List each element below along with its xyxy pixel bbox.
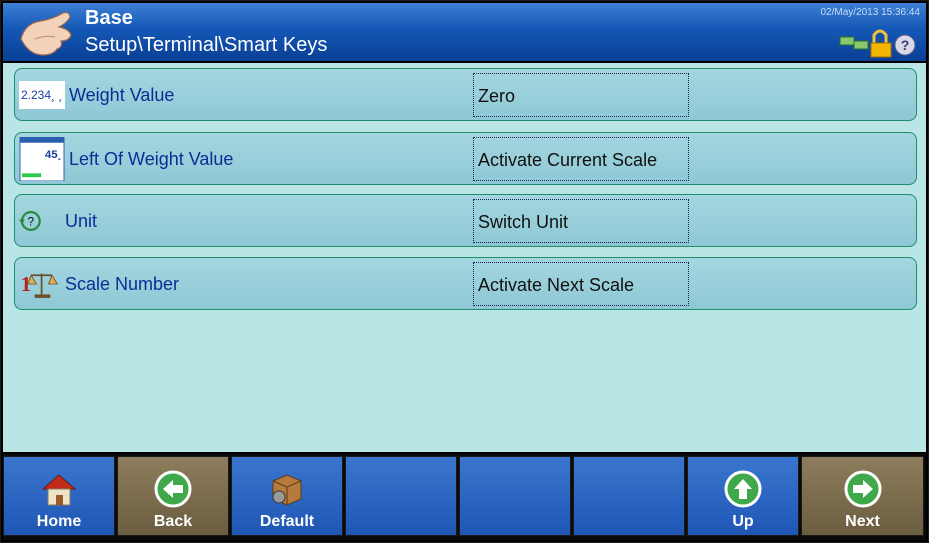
row-value: Activate Current Scale — [478, 150, 658, 170]
default-button[interactable]: Default — [231, 456, 343, 536]
help-icon[interactable]: ? — [894, 34, 916, 56]
softkey-empty-3[interactable] — [573, 456, 685, 536]
smart-keys-list: 2.234¸ ¸ Weight Value Zero 45¸ Left Of W… — [3, 63, 926, 452]
network-icon — [839, 36, 869, 50]
row-unit[interactable]: ? Unit Switch Unit — [14, 194, 917, 247]
row-label: Unit — [65, 211, 98, 231]
softkey-empty-1[interactable] — [345, 456, 457, 536]
row-value-box[interactable]: Activate Current Scale — [473, 137, 689, 181]
row-left-of-weight-value[interactable]: 45¸ Left Of Weight Value Activate Curren… — [14, 132, 917, 185]
datetime-label: 02/May/2013 15:36:44 — [820, 7, 920, 18]
next-arrow-icon — [844, 470, 881, 508]
row-label: Weight Value — [69, 85, 175, 105]
page-title: Base — [85, 7, 133, 29]
row-label: Left Of Weight Value — [69, 149, 234, 169]
row-weight-value[interactable]: 2.234¸ ¸ Weight Value Zero — [14, 68, 917, 121]
up-arrow-icon — [724, 470, 762, 508]
terminal-frame: Base Setup\Terminal\Smart Keys 02/May/20… — [0, 0, 929, 543]
breadcrumb: Setup\Terminal\Smart Keys — [85, 34, 328, 56]
scale-number-icon: 1 — [21, 272, 59, 298]
svg-text:2.234¸ ¸: 2.234¸ ¸ — [21, 88, 62, 102]
back-arrow-icon — [154, 470, 192, 508]
svg-text:?: ? — [28, 214, 35, 228]
row-value-box[interactable]: Activate Next Scale — [473, 262, 689, 306]
row-label: Scale Number — [65, 274, 180, 294]
row-scale-number[interactable]: 1 Scale Number Activate Next Scale — [14, 257, 917, 310]
up-button[interactable]: Up — [687, 456, 799, 536]
weight-display-thumb-icon: 45¸ — [19, 137, 65, 181]
lock-icon[interactable] — [870, 29, 892, 58]
default-box-icon — [272, 474, 302, 506]
svg-text:?: ? — [901, 37, 910, 53]
row-value: Zero — [478, 86, 516, 106]
row-value-box[interactable]: Switch Unit — [473, 199, 689, 243]
weight-value-thumb-icon: 2.234¸ ¸ — [19, 81, 65, 109]
home-button[interactable]: Home — [3, 456, 115, 536]
row-value: Switch Unit — [478, 212, 569, 232]
unit-cycle-icon: ? — [19, 211, 41, 231]
row-value: Activate Next Scale — [478, 275, 635, 295]
status-icons: ? — [839, 29, 916, 58]
softkey-empty-2[interactable] — [459, 456, 571, 536]
home-icon — [41, 474, 77, 506]
hand-icon — [20, 11, 72, 56]
header-bar: Base Setup\Terminal\Smart Keys 02/May/20… — [3, 3, 926, 61]
softkey-bar: Home Back Default Up Next — [3, 454, 926, 540]
back-button[interactable]: Back — [117, 456, 229, 536]
row-value-box[interactable]: Zero — [473, 73, 689, 117]
svg-text:45¸: 45¸ — [45, 149, 62, 161]
next-button[interactable]: Next — [801, 456, 924, 536]
